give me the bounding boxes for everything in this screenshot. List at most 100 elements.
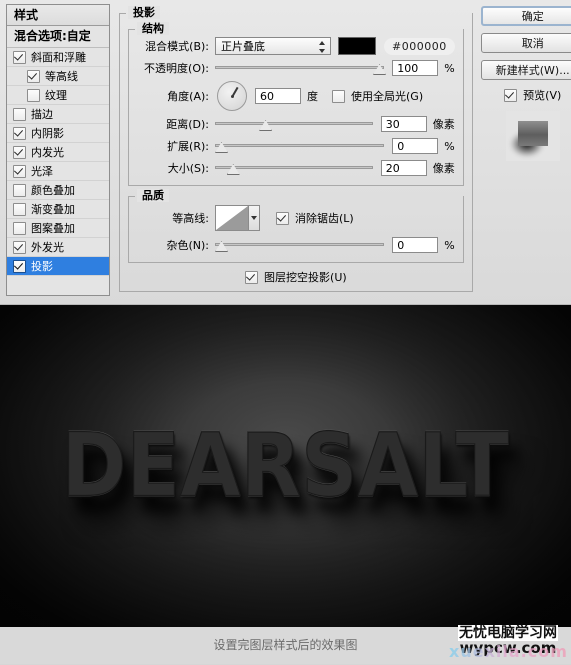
- effect-checkbox[interactable]: [13, 259, 26, 273]
- structure-legend: 结构: [137, 22, 169, 35]
- settings-column: 投影 结构 混合模式(B): 正片叠底 #000000 不透明度(O): 100…: [113, 0, 477, 305]
- effect-label: 内阴影: [31, 127, 64, 140]
- blend-mode-select[interactable]: 正片叠底: [215, 37, 331, 55]
- effect-checkbox[interactable]: [13, 202, 26, 216]
- effect-checkbox[interactable]: [13, 183, 26, 197]
- effect-item[interactable]: 渐变叠加: [7, 200, 109, 219]
- angle-row: 角度(A): 60 度 使用全局光(G): [137, 79, 455, 113]
- effect-checkbox[interactable]: [13, 145, 26, 159]
- size-label: 大小(S):: [167, 162, 209, 175]
- preview-label: 预览(V): [523, 89, 562, 102]
- shadow-color-swatch[interactable]: [338, 37, 376, 55]
- layer-style-dialog: 样式 混合选项:自定 斜面和浮雕 等高线 纹理 描边 内阴影 内发光 光泽 颜色叠加 渐变叠加图…: [0, 0, 571, 305]
- effect-item[interactable]: 等高线: [7, 67, 109, 86]
- preview-square: [517, 121, 548, 146]
- photo-text: DEARSALT: [61, 415, 510, 518]
- effect-label: 颜色叠加: [31, 184, 75, 197]
- knockout-checkbox[interactable]: [245, 270, 259, 284]
- effect-item[interactable]: 颜色叠加: [7, 181, 109, 200]
- blend-mode-row: 混合模式(B): 正片叠底 #000000: [137, 35, 455, 57]
- distance-label: 距离(D):: [166, 118, 209, 131]
- effect-item[interactable]: 描边: [7, 105, 109, 124]
- effect-label: 外发光: [31, 241, 64, 254]
- contour-preview[interactable]: [215, 205, 249, 231]
- effect-item[interactable]: 斜面和浮雕: [7, 48, 109, 67]
- contour-dropdown-button[interactable]: [249, 205, 260, 231]
- spread-track: [215, 144, 385, 147]
- effect-item[interactable]: 内发光: [7, 143, 109, 162]
- opacity-slider[interactable]: [215, 60, 386, 76]
- cancel-button[interactable]: 取消: [480, 33, 571, 53]
- knockout-row: 图层挖空投影(U): [128, 269, 464, 285]
- effect-checkbox[interactable]: [13, 221, 26, 235]
- effect-label: 斜面和浮雕: [31, 51, 86, 64]
- drop-shadow-fieldset: 投影 结构 混合模式(B): 正片叠底 #000000 不透明度(O): 100…: [119, 6, 473, 292]
- opacity-unit: %: [444, 61, 455, 75]
- noise-row: 杂色(N): 0 %: [137, 234, 455, 256]
- opacity-input[interactable]: 100: [392, 60, 439, 76]
- ok-button[interactable]: 确定: [480, 6, 571, 26]
- preview-row: 预览(V): [481, 87, 571, 103]
- noise-unit: %: [444, 238, 455, 252]
- effect-item[interactable]: 光泽: [7, 162, 109, 181]
- effect-item[interactable]: 图案叠加: [7, 219, 109, 238]
- effect-checkbox[interactable]: [13, 240, 26, 254]
- effect-label: 内发光: [31, 146, 64, 159]
- noise-input[interactable]: 0: [392, 237, 439, 253]
- effect-label: 渐变叠加: [31, 203, 75, 216]
- angle-label: 角度(A):: [167, 90, 209, 103]
- effect-label: 光泽: [31, 165, 53, 178]
- style-preview-thumbnail: [505, 111, 560, 161]
- contour-row: 等高线: 消除锯齿(L): [137, 202, 455, 234]
- effect-checkbox[interactable]: [13, 126, 26, 140]
- angle-unit: 度: [307, 90, 318, 103]
- spread-input[interactable]: 0: [392, 138, 439, 154]
- effect-checkbox[interactable]: [13, 164, 26, 178]
- effect-checkbox[interactable]: [27, 88, 40, 102]
- antialias-checkbox[interactable]: [276, 211, 289, 225]
- noise-slider[interactable]: [215, 237, 385, 253]
- distance-slider[interactable]: [215, 116, 373, 132]
- opacity-label: 不透明度(O):: [144, 62, 209, 75]
- blending-options-item[interactable]: 混合选项:自定: [7, 26, 109, 48]
- angle-hub: [230, 94, 234, 98]
- blend-mode-value: 正片叠底: [221, 40, 265, 53]
- effect-item[interactable]: 纹理: [7, 86, 109, 105]
- distance-input[interactable]: 30: [380, 116, 427, 132]
- distance-track: [215, 122, 373, 125]
- angle-dial[interactable]: [217, 81, 247, 111]
- spread-label: 扩展(R):: [167, 140, 209, 153]
- buttons-column: 确定 取消 新建样式(W)... 预览(V): [477, 0, 571, 305]
- effect-item[interactable]: 内阴影: [7, 124, 109, 143]
- effect-checkbox[interactable]: [13, 50, 26, 64]
- size-input[interactable]: 20: [380, 160, 427, 176]
- preview-checkbox[interactable]: [504, 88, 518, 102]
- effect-label: 投影: [31, 260, 53, 273]
- size-row: 大小(S): 20 像素: [137, 157, 455, 179]
- size-unit: 像素: [432, 162, 455, 175]
- noise-label: 杂色(N):: [166, 239, 209, 252]
- contour-curve-icon: [216, 206, 248, 230]
- size-slider[interactable]: [215, 160, 373, 176]
- effect-checkbox[interactable]: [13, 107, 26, 121]
- effect-item[interactable]: 投影: [7, 257, 109, 276]
- use-global-light-checkbox[interactable]: [332, 89, 345, 103]
- noise-track: [215, 243, 385, 246]
- styles-column: 样式 混合选项:自定 斜面和浮雕 等高线 纹理 描边 内阴影 内发光 光泽 颜色叠加 渐变叠加图…: [0, 0, 113, 305]
- use-global-light-label: 使用全局光(G): [351, 90, 424, 103]
- distance-unit: 像素: [432, 118, 455, 131]
- photo-text-wrap: DEARSALT: [0, 305, 571, 627]
- chevron-down-icon: [251, 216, 257, 220]
- size-track: [215, 166, 373, 169]
- effect-checkbox[interactable]: [27, 69, 40, 83]
- antialias-label: 消除锯齿(L): [295, 212, 354, 225]
- opacity-row: 不透明度(O): 100 %: [137, 57, 455, 79]
- knockout-label: 图层挖空投影(U): [264, 271, 347, 284]
- caption-area: 设置完图层样式后的效果图 xuexila.com 无忧电脑学习网 wypcw.c…: [0, 625, 571, 664]
- spread-slider[interactable]: [215, 138, 385, 154]
- effect-item[interactable]: 外发光: [7, 238, 109, 257]
- new-style-button[interactable]: 新建样式(W)...: [480, 60, 571, 80]
- spread-row: 扩展(R): 0 %: [137, 135, 455, 157]
- structure-fieldset: 结构 混合模式(B): 正片叠底 #000000 不透明度(O): 100 % …: [128, 22, 464, 186]
- angle-input[interactable]: 60: [255, 88, 301, 104]
